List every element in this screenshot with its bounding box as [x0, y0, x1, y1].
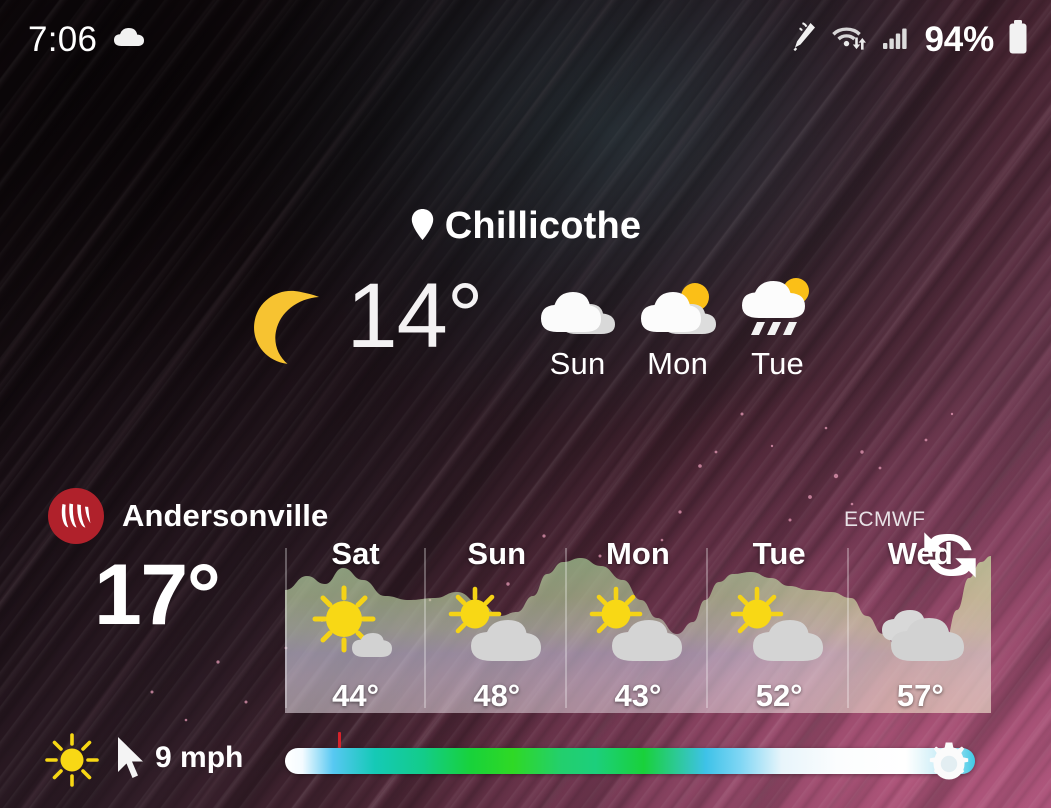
top-widget-forecast[interactable]: Sun Mon Tue [533, 272, 823, 382]
rain-sun-icon [739, 276, 817, 338]
cloud-icon [113, 26, 145, 53]
forecast-temp: 44° [332, 678, 380, 713]
status-bar-right: 94% [788, 19, 1029, 60]
battery-icon [1007, 19, 1029, 60]
top-widget-location-name: Chillicothe [444, 205, 642, 247]
forecast-day-label: Mon [605, 536, 670, 571]
location-row[interactable]: Chillicothe [410, 205, 641, 248]
top-weather-widget[interactable]: Chillicothe 14° Sun Mon Tue [0, 205, 1051, 382]
current-conditions-row: 14° Sun Mon Tue [0, 265, 1051, 382]
top-forecast-day-label: Tue [751, 346, 804, 381]
phone-screen: 7:06 94% Chillicothe 14° Sun Mon Tue And… [0, 0, 1051, 808]
status-bar[interactable]: 7:06 94% [0, 0, 1051, 78]
top-forecast-day-label: Sun [549, 346, 606, 381]
bottom-weather-widget[interactable]: Andersonville 17° Sat Sun Mon Tue Wed EC… [0, 478, 1051, 808]
sun-icon [44, 732, 100, 793]
cloudy-icon [866, 578, 974, 670]
wind-direction-arrow-icon [112, 734, 146, 787]
top-forecast-day-label: Mon [647, 346, 709, 381]
status-bar-clock: 7:06 [28, 19, 98, 59]
bottom-widget-current-temp: 17° [94, 547, 221, 643]
bottom-widget-footer[interactable]: 9 mph [0, 728, 1051, 790]
battery-percent-label: 94% [924, 19, 995, 59]
forecast-day-label: Sat [331, 536, 380, 571]
current-time-marker [338, 732, 341, 748]
forecast-day-column[interactable]: Sun [426, 536, 567, 670]
forecast-temperatures-row: 44° 48° 43° 52° 57° [285, 678, 991, 714]
forecast-day-label: Tue [752, 536, 806, 571]
bottom-widget-forecast-days[interactable]: Sat Sun Mon Tue Wed [285, 536, 991, 670]
wifi-transfer-icon [831, 21, 869, 58]
forecast-day-column[interactable]: Sat [285, 536, 426, 670]
cellular-signal-icon [882, 22, 912, 57]
forecast-day-column[interactable]: Tue [709, 536, 850, 670]
refresh-sync-icon[interactable] [922, 530, 978, 585]
forecast-day-column[interactable]: Mon [567, 536, 708, 670]
location-pin-icon [410, 208, 435, 246]
top-widget-current-temp: 14° [346, 265, 483, 367]
precipitation-gradient-bar[interactable] [285, 732, 975, 774]
crescent-moon-icon [228, 272, 340, 370]
top-forecast-day[interactable]: Tue [733, 276, 823, 382]
cloudy-icon [539, 276, 617, 338]
forecast-model-label: ECMWF [844, 508, 926, 531]
partly-cloudy-day-icon [639, 276, 717, 338]
partly-cloudy-day-icon [445, 578, 549, 670]
bottom-widget-city-name: Andersonville [122, 498, 329, 533]
forecast-day-label: Sun [467, 536, 527, 571]
wind-speed-label: 9 mph [155, 741, 244, 774]
forecast-temp: 48° [473, 678, 521, 713]
partly-cloudy-day-icon [727, 578, 831, 670]
top-forecast-day[interactable]: Mon [633, 276, 723, 382]
stylus-pen-icon [788, 20, 818, 59]
forecast-temp: 52° [755, 678, 803, 713]
top-forecast-day[interactable]: Sun [533, 276, 623, 382]
status-bar-left: 7:06 [28, 22, 145, 57]
sun-cloud-small-icon [308, 578, 404, 670]
gear-icon[interactable] [925, 740, 973, 793]
weather-app-logo-icon[interactable] [48, 488, 104, 544]
partly-cloudy-day-icon [586, 578, 690, 670]
forecast-temp: 57° [896, 678, 944, 713]
forecast-temp: 43° [614, 678, 662, 713]
